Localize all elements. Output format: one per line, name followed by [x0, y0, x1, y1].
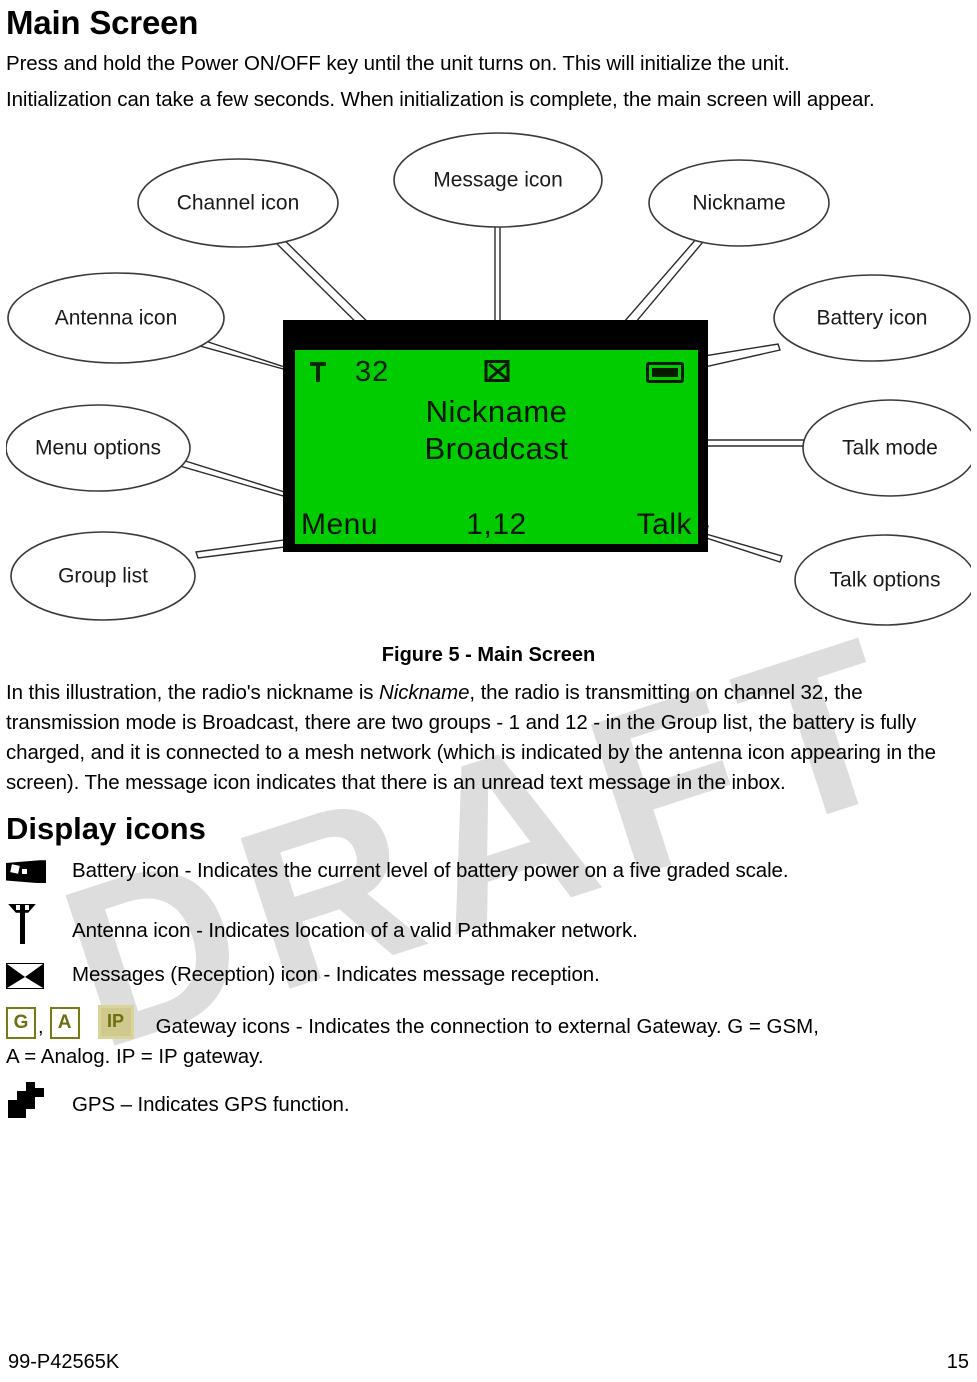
- description-part-1: In this illustration, the radio's nickna…: [6, 681, 380, 705]
- display-icon-row-antenna: Antenna icon - Indicates location of a v…: [6, 895, 971, 953]
- radio-device-bezel: 32 Nickname Broadcast Menu 1,12 Talk: [283, 320, 708, 553]
- message-icon: [484, 360, 509, 383]
- lcd-talk-mode: Broadcast: [424, 430, 569, 466]
- callout-label-channel-icon: Channel icon: [177, 192, 300, 215]
- lcd-screen: 32 Nickname Broadcast Menu 1,12 Talk: [295, 350, 698, 545]
- lcd-group-list: 1,12: [466, 508, 527, 542]
- figure-caption: Figure 5 - Main Screen: [381, 644, 596, 667]
- page-footer: 99-P42565K 15: [0, 1351, 977, 1374]
- gateway-analog-icon: A: [49, 1006, 80, 1039]
- gateway-description-line-2: A = Analog. IP = IP gateway.: [6, 1044, 264, 1068]
- lcd-nickname: Nickname: [425, 394, 568, 430]
- lcd-softkey-talk[interactable]: Talk: [637, 508, 692, 542]
- lcd-main-text: Nickname Broadcast: [295, 394, 698, 467]
- intro-paragraph-2: Initialization can take a few seconds. W…: [6, 88, 875, 112]
- callout-label-antenna-icon: Antenna icon: [55, 307, 178, 330]
- antenna-icon-description: Antenna icon - Indicates location of a v…: [72, 919, 638, 943]
- gateway-ip-icon: IP: [97, 1004, 134, 1039]
- footer-page-number: 15: [946, 1351, 969, 1373]
- callout-label-talk-mode: Talk mode: [842, 437, 938, 460]
- callout-label-battery-icon: Battery icon: [817, 307, 928, 330]
- antenna-icon: [307, 358, 329, 386]
- gps-icon-description: GPS – Indicates GPS function.: [72, 1093, 350, 1117]
- intro-paragraph-1: Press and hold the Power ON/OFF key unti…: [6, 52, 790, 76]
- lcd-soft-key-bar: Menu 1,12 Talk: [295, 508, 698, 542]
- display-icon-row-messages: Messages (Reception) icon - Indicates me…: [6, 953, 971, 999]
- battery-icon: [6, 860, 72, 884]
- description-italic-nickname: Nickname: [379, 681, 470, 705]
- callout-label-group-list: Group list: [58, 565, 148, 588]
- footer-document-number: 99-P42565K: [8, 1351, 120, 1373]
- display-icons-heading: Display icons: [6, 810, 206, 846]
- battery-icon-description: Battery icon - Indicates the current lev…: [72, 859, 789, 883]
- display-icon-row-gateway: G , A IP Gateway icons - Indicates the c…: [6, 999, 971, 1071]
- gateway-icons-separator: ,: [38, 1015, 44, 1038]
- display-icon-row-battery: Battery icon - Indicates the current lev…: [6, 849, 971, 895]
- callout-label-talk-options: Talk options: [830, 569, 941, 592]
- callout-label-nickname: Nickname: [692, 192, 785, 215]
- gateway-description-line-1: Gateway icons - Indicates the connection…: [155, 1014, 819, 1038]
- channel-number: 32: [355, 355, 390, 388]
- gateway-icons-group: G , A IP: [6, 1004, 134, 1039]
- callout-label-message-icon: Message icon: [433, 169, 563, 192]
- callout-label-menu-options: Menu options: [35, 437, 161, 460]
- envelope-icon: [6, 962, 72, 989]
- antenna-icon: [6, 902, 72, 946]
- gps-icon: [6, 1080, 72, 1120]
- document-page: Main Screen Press and hold the Power ON/…: [0, 0, 977, 1127]
- figure-description: In this illustration, the radio's nickna…: [6, 675, 971, 801]
- battery-icon: [646, 362, 684, 384]
- lcd-status-bar: 32: [295, 354, 698, 390]
- gateway-gsm-icon: G: [6, 1006, 36, 1039]
- main-screen-figure: .ell { fill:#ffffff; stroke:#3a3a3a; str…: [6, 128, 971, 638]
- lcd-softkey-menu[interactable]: Menu: [301, 508, 378, 542]
- messages-icon-description: Messages (Reception) icon - Indicates me…: [72, 963, 600, 987]
- page-title: Main Screen: [6, 4, 199, 41]
- display-icon-row-gps: GPS – Indicates GPS function.: [6, 1071, 971, 1127]
